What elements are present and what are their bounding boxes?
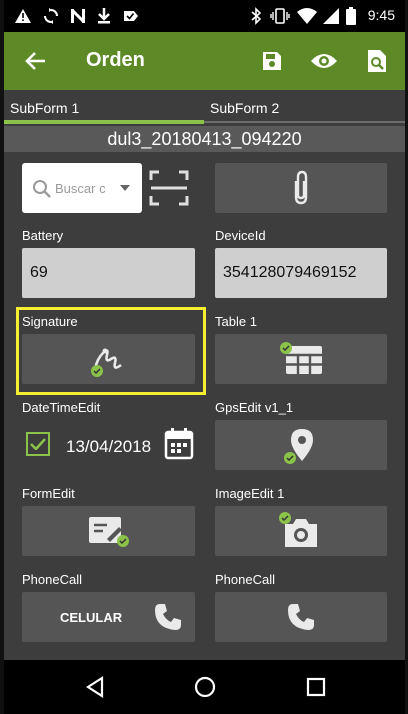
device-id-label: DeviceId <box>215 228 266 243</box>
barcode-scan-icon <box>149 170 189 206</box>
device-id-field[interactable]: 354128079469152 <box>215 248 387 298</box>
gps-label: GpsEdit v1_1 <box>215 400 294 415</box>
sync-icon <box>42 7 60 25</box>
search-document-button[interactable] <box>361 45 393 77</box>
search-dropdown[interactable]: Buscar c <box>22 163 142 213</box>
attach-button[interactable] <box>215 163 387 213</box>
warning-icon <box>14 7 32 25</box>
save-button[interactable] <box>256 45 288 77</box>
back-arrow-icon <box>25 52 45 70</box>
phone-call-1-text: CELULAR <box>60 609 123 625</box>
tab-subform-2[interactable]: SubForm 2 <box>210 100 279 116</box>
download-icon <box>96 7 112 25</box>
form-content: Buscar c Battery 69 DeviceId 35412807946… <box>4 152 405 660</box>
calendar-button[interactable] <box>164 428 194 460</box>
form-edit-check-icon <box>116 535 129 547</box>
nav-recents-icon <box>306 677 326 697</box>
bluetooth-icon <box>250 7 262 25</box>
notifications-off-icon <box>70 7 86 25</box>
datetime-label: DateTimeEdit <box>22 400 101 415</box>
table-button[interactable] <box>215 334 387 384</box>
tab-indicator <box>4 120 204 124</box>
phone-call-1-label: PhoneCall <box>22 572 82 587</box>
gps-button[interactable] <box>215 420 387 470</box>
image-edit-check-icon <box>279 512 291 524</box>
phone-call-2-button[interactable] <box>215 592 387 642</box>
image-edit-button[interactable] <box>215 506 387 556</box>
phone-icon <box>155 604 181 630</box>
back-button[interactable] <box>20 45 52 77</box>
paperclip-icon <box>294 170 308 205</box>
preview-icon <box>311 54 337 68</box>
clock: 9:45 <box>367 7 395 23</box>
battery-icon <box>345 7 357 25</box>
form-edit-button[interactable] <box>22 506 195 556</box>
app-bar: Orden <box>4 32 405 90</box>
datetime-checkbox[interactable] <box>26 432 50 456</box>
preview-button[interactable] <box>308 45 340 77</box>
checkmark-icon <box>30 438 46 450</box>
nav-back-button[interactable] <box>82 674 108 700</box>
phone-icon <box>288 604 314 630</box>
calendar-icon <box>164 428 194 460</box>
signal-icon <box>322 7 340 25</box>
datetime-value[interactable]: 13/04/2018 <box>66 437 151 457</box>
gps-check-icon <box>284 452 296 464</box>
image-edit-label: ImageEdit 1 <box>215 486 285 501</box>
table-label: Table 1 <box>215 314 257 329</box>
page-title: Orden <box>86 49 145 71</box>
nav-home-icon <box>194 676 216 698</box>
nav-recents-button[interactable] <box>303 674 329 700</box>
signature-highlight-box <box>16 307 206 395</box>
navigation-bar <box>4 660 405 714</box>
vibrate-icon <box>270 7 290 25</box>
save-icon <box>263 52 281 70</box>
tab-subform-1[interactable]: SubForm 1 <box>10 100 79 116</box>
status-bar: 9:45 <box>4 0 405 32</box>
app-frame: 9:45 Orden SubForm 1 SubForm 2 dul3_2018… <box>4 0 405 714</box>
nav-home-button[interactable] <box>192 674 218 700</box>
search-doc-icon <box>368 50 386 72</box>
form-edit-label: FormEdit <box>22 486 75 501</box>
tab-divider <box>204 121 405 123</box>
battery-field[interactable]: 69 <box>22 248 195 298</box>
table-check-icon <box>280 342 292 354</box>
wifi-icon <box>296 7 318 25</box>
nav-back-icon <box>85 676 104 698</box>
form-name-header: dul3_20180413_094220 <box>4 126 405 152</box>
task-icon <box>122 7 140 25</box>
phone-call-1-button[interactable]: CELULAR <box>22 592 195 642</box>
scan-button[interactable] <box>149 170 189 206</box>
phone-call-2-label: PhoneCall <box>215 572 275 587</box>
chevron-down-icon <box>120 185 130 191</box>
battery-label: Battery <box>22 228 64 243</box>
search-placeholder: Buscar c <box>55 181 106 196</box>
search-icon <box>33 180 51 198</box>
